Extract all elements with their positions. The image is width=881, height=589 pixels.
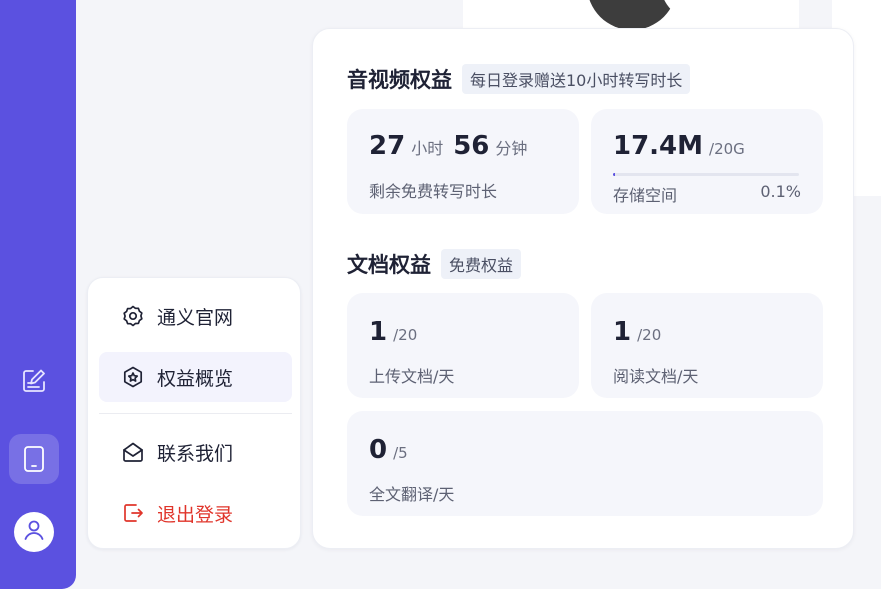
gear-badge-icon xyxy=(121,304,145,328)
menu-item-benefits-overview[interactable]: 权益概览 xyxy=(99,352,292,402)
av-benefits-header: 音视频权益 每日登录赠送10小时转写时长 xyxy=(347,64,691,94)
tablet-icon xyxy=(22,445,46,473)
storage-label: 存储空间 xyxy=(613,186,678,205)
section-tag: 免费权益 xyxy=(441,249,522,279)
menu-item-logout[interactable]: 退出登录 xyxy=(99,488,292,538)
edit-button[interactable] xyxy=(9,356,59,406)
upload-docs-card: 1 /20 上传文档/天 xyxy=(347,293,579,398)
storage-progress-fill xyxy=(613,173,615,176)
remaining-time-value: 27 小时 56 分钟 xyxy=(369,131,537,161)
translate-count: 0 xyxy=(369,435,388,465)
storage-total: /20G xyxy=(709,140,745,158)
upload-docs-label: 上传文档/天 xyxy=(369,367,455,386)
edit-note-icon xyxy=(21,368,47,394)
hours-value: 27 xyxy=(369,131,406,161)
remaining-time-card: 27 小时 56 分钟 剩余免费转写时长 xyxy=(347,109,579,214)
benefits-panel: 音视频权益 每日登录赠送10小时转写时长 27 小时 56 分钟 剩余免费转写时… xyxy=(312,28,854,549)
mail-open-icon xyxy=(121,440,145,464)
section-title: 文档权益 xyxy=(347,253,431,277)
remaining-time-label: 剩余免费转写时长 xyxy=(369,182,498,201)
storage-card: 17.4M /20G 存储空间 0.1% xyxy=(591,109,823,214)
user-icon xyxy=(22,518,46,546)
doc-benefits-header: 文档权益 免费权益 xyxy=(347,249,522,279)
left-sidebar xyxy=(0,0,76,589)
read-docs-value: 1 /20 xyxy=(613,317,661,347)
avatar[interactable] xyxy=(14,512,54,552)
menu-divider xyxy=(99,413,292,414)
read-docs-label: 阅读文档/天 xyxy=(613,367,699,386)
section-title: 音视频权益 xyxy=(347,68,452,92)
star-badge-icon xyxy=(121,365,145,389)
translate-value: 0 /5 xyxy=(369,435,408,465)
storage-used: 17.4M xyxy=(613,131,704,161)
tablet-button[interactable] xyxy=(9,434,59,484)
menu-item-label: 权益概览 xyxy=(157,367,234,390)
menu-item-label: 退出登录 xyxy=(157,503,234,526)
menu-item-label: 通义官网 xyxy=(157,306,234,329)
translate-label: 全文翻译/天 xyxy=(369,485,455,504)
storage-value: 17.4M /20G xyxy=(613,131,745,161)
upload-docs-value: 1 /20 xyxy=(369,317,417,347)
translate-limit: /5 xyxy=(393,444,408,462)
menu-item-contact-us[interactable]: 联系我们 xyxy=(99,427,292,477)
translate-card: 0 /5 全文翻译/天 xyxy=(347,411,823,516)
minutes-value: 56 xyxy=(453,131,490,161)
menu-item-label: 联系我们 xyxy=(157,442,234,465)
user-menu: 通义官网 权益概览 联系我们 退出登录 xyxy=(87,277,301,549)
upload-count: 1 xyxy=(369,317,388,347)
logout-icon xyxy=(121,501,145,525)
menu-item-official-site[interactable]: 通义官网 xyxy=(99,291,292,341)
hours-unit: 小时 xyxy=(411,139,444,158)
storage-progress-bar xyxy=(613,173,799,176)
storage-percent: 0.1% xyxy=(760,182,801,201)
read-docs-card: 1 /20 阅读文档/天 xyxy=(591,293,823,398)
upload-limit: /20 xyxy=(393,326,418,344)
section-tag: 每日登录赠送10小时转写时长 xyxy=(462,64,691,94)
read-limit: /20 xyxy=(637,326,662,344)
minutes-unit: 分钟 xyxy=(495,139,528,158)
read-count: 1 xyxy=(613,317,632,347)
